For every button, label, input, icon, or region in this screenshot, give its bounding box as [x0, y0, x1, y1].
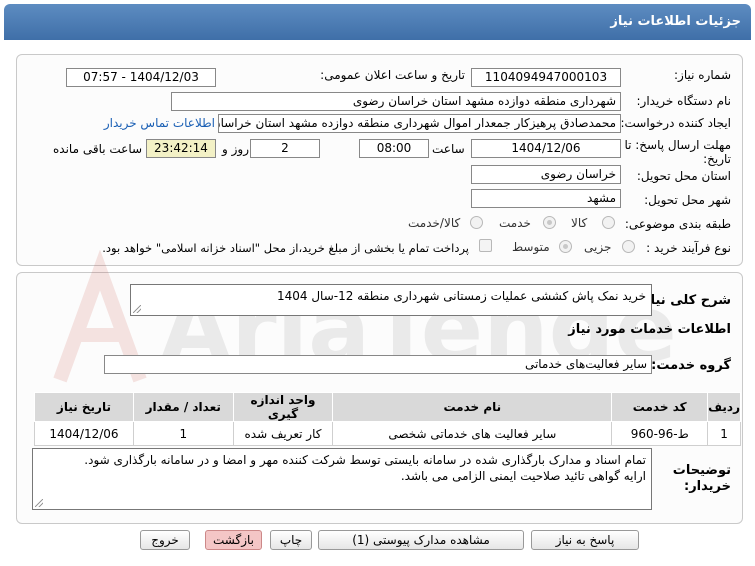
process-label: نوع فرآیند خرید : — [646, 241, 731, 255]
resize-grip-icon[interactable] — [35, 499, 43, 507]
category-goods-radio[interactable] — [602, 216, 615, 229]
province-label: استان محل تحویل: — [636, 169, 731, 183]
process-minor-label: جزیی — [584, 240, 612, 254]
category-label: طبقه بندی موضوعی: — [624, 217, 731, 231]
creator-field: محمدصادق پرهیزکار جمعدار اموال شهرداری م… — [218, 114, 621, 133]
deadline-label: مهلت ارسال پاسخ: تا تاریخ: — [624, 138, 731, 166]
need-number-field: 1104094947000103 — [471, 68, 621, 87]
province-field: خراسان رضوی — [471, 165, 621, 184]
buyer-notes-line-2: ارایه گواهی تائید صلاحیت ایمنی الزامی می… — [400, 469, 646, 483]
page-title: جزئیات اطلاعات نیاز — [610, 14, 741, 29]
deadline-date-field: 1404/12/06 — [471, 139, 621, 158]
service-group-field: سایر فعالیت‌های خدماتی — [104, 355, 652, 374]
deadline-time-field: 08:00 — [359, 139, 429, 158]
buyer-notes-field: تمام اسناد و مدارک بارگذاری شده در سامان… — [32, 448, 652, 510]
category-goods-service-radio[interactable] — [470, 216, 483, 229]
category-service-radio[interactable] — [543, 216, 556, 229]
summary-text: خرید نمک پاش کششی عملیات زمستانی شهرداری… — [276, 289, 646, 303]
col-code-header: کد خدمت — [611, 392, 709, 422]
category-goods-label: کالا — [571, 216, 588, 230]
buyer-notes-label: توضیحات خریدار: — [672, 463, 731, 494]
city-label: شهر محل تحویل: — [644, 193, 731, 207]
creator-label: ایجاد کننده درخواست: — [620, 116, 731, 130]
cell-date: 1404/12/06 — [34, 421, 134, 446]
treasury-payment-note: پرداخت تمام یا بخشی از مبلغ خرید،از محل … — [102, 241, 469, 255]
table-row[interactable]: 1 ط-96-960 سایر فعالیت های خدماتی شخصی ک… — [34, 421, 741, 446]
remaining-label: ساعت باقی مانده — [53, 142, 143, 156]
days-label: روز و — [222, 142, 249, 156]
treasury-payment-checkbox[interactable] — [479, 239, 492, 252]
cell-code: ط-96-960 — [611, 421, 709, 446]
process-medium-label: متوسط — [512, 240, 550, 254]
col-name-header: نام خدمت — [332, 392, 613, 422]
cell-unit: کار تعریف شده — [232, 421, 334, 446]
time-label: ساعت — [432, 142, 465, 156]
announce-label: تاریخ و ساعت اعلان عمومی: — [320, 68, 465, 82]
resize-grip-icon[interactable] — [133, 305, 141, 313]
remaining-time-field: 23:42:14 — [146, 139, 216, 158]
services-heading: اطلاعات خدمات مورد نیاز — [568, 322, 731, 337]
title-bar: جزئیات اطلاعات نیاز — [4, 4, 751, 40]
print-button[interactable]: چاپ — [270, 530, 312, 550]
services-table: ردیف کد خدمت نام خدمت واحد اندازه گیری ت… — [34, 392, 741, 446]
col-date-header: تاریخ نیاز — [34, 392, 134, 422]
reply-button[interactable]: پاسخ به نیاز — [531, 530, 639, 550]
service-group-label: گروه خدمت: — [651, 358, 731, 373]
announce-datetime-field: 1404/12/03 - 07:57 — [66, 68, 216, 87]
buyer-org-field: شهرداری منطقه دوازده مشهد استان خراسان ر… — [171, 92, 621, 111]
col-qty-header: تعداد / مقدار — [132, 392, 234, 422]
attachments-button[interactable]: مشاهده مدارک پیوستی (1) — [318, 530, 524, 550]
summary-field: خرید نمک پاش کششی عملیات زمستانی شهرداری… — [130, 284, 652, 316]
buyer-contact-link[interactable]: اطلاعات تماس خریدار — [104, 116, 215, 130]
cell-qty: 1 — [132, 421, 234, 446]
days-field: 2 — [250, 139, 320, 158]
cell-name: سایر فعالیت های خدماتی شخصی — [332, 421, 613, 446]
cell-row: 1 — [707, 421, 741, 446]
buyer-org-label: نام دستگاه خریدار: — [636, 94, 732, 108]
col-unit-header: واحد اندازه گیری — [232, 392, 334, 422]
category-service-label: خدمت — [499, 216, 531, 230]
process-minor-radio[interactable] — [622, 240, 635, 253]
need-number-label: شماره نیاز: — [674, 68, 731, 82]
exit-button[interactable]: خروج — [140, 530, 190, 550]
table-header-row: ردیف کد خدمت نام خدمت واحد اندازه گیری ت… — [34, 392, 741, 422]
city-field: مشهد — [471, 189, 621, 208]
back-button[interactable]: بازگشت — [205, 530, 262, 550]
process-medium-radio[interactable] — [559, 240, 572, 253]
col-row-header: ردیف — [707, 392, 741, 422]
buyer-notes-line-1: تمام اسناد و مدارک بارگذاری شده در سامان… — [84, 453, 646, 467]
category-goods-service-label: کالا/خدمت — [408, 216, 461, 230]
